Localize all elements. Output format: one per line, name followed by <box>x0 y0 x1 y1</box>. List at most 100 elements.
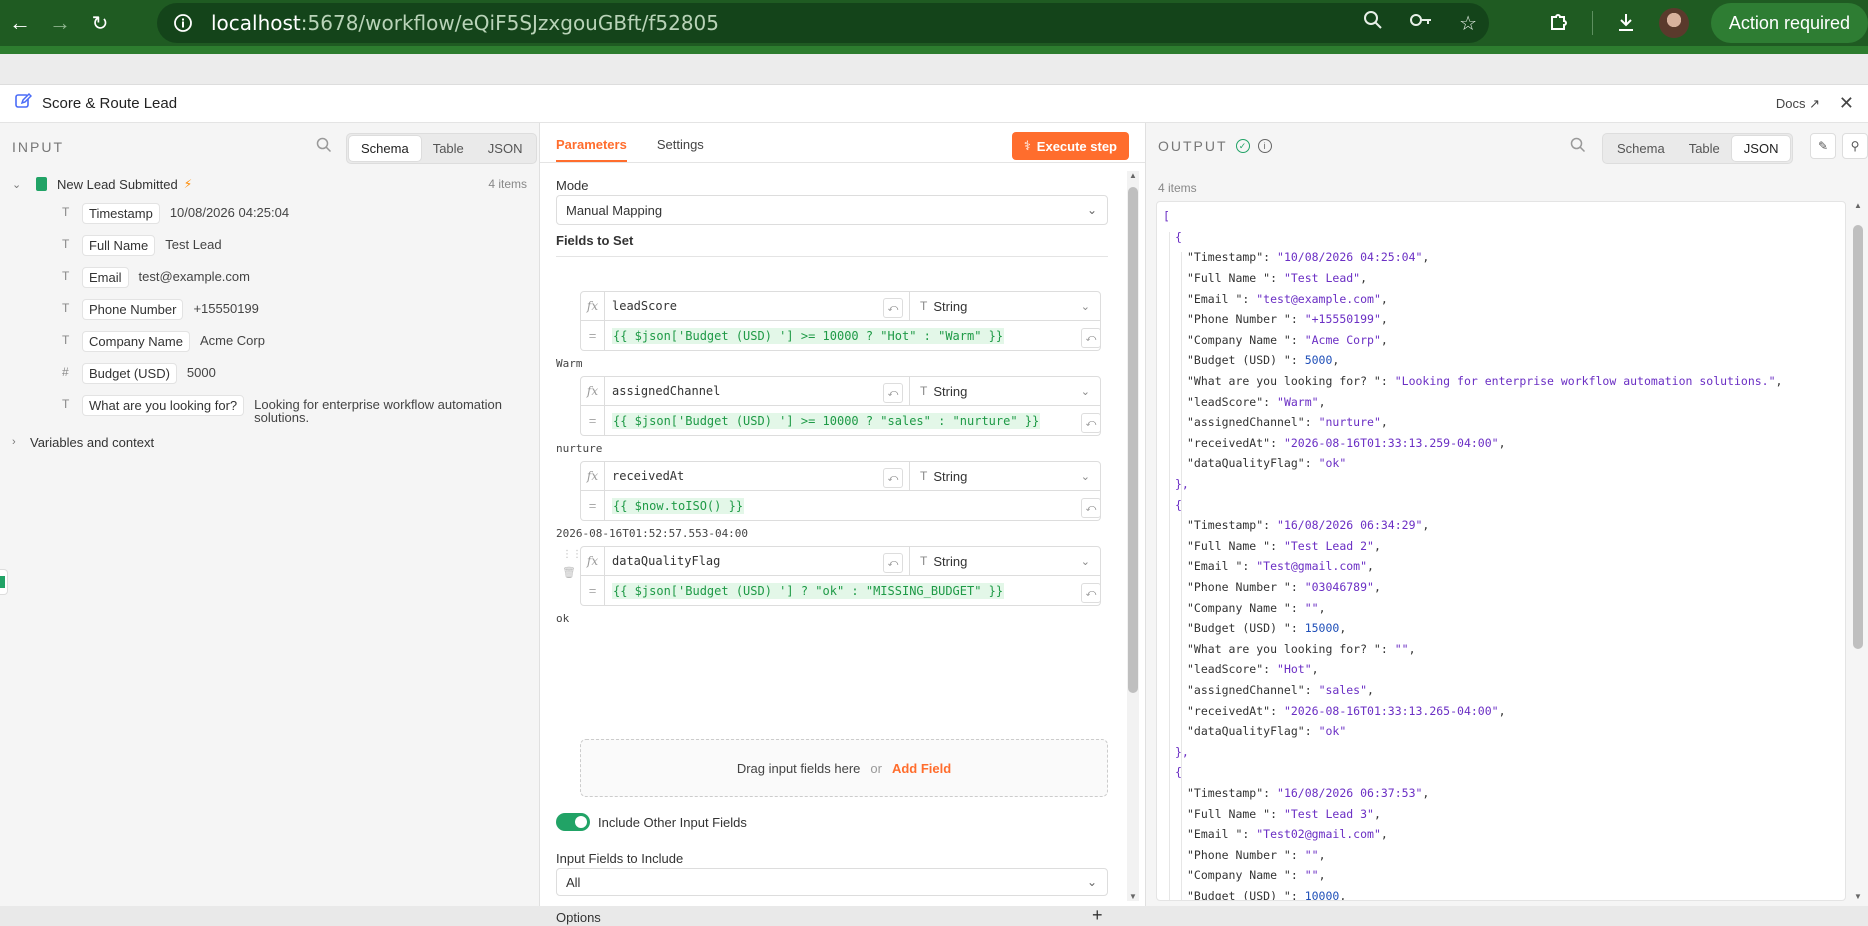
docs-link[interactable]: Docs ↗ <box>1776 96 1820 112</box>
reset-icon[interactable]: ⤺ <box>883 468 903 488</box>
reset-icon[interactable]: ⤺ <box>883 298 903 318</box>
input-field-name[interactable]: Phone Number <box>82 299 184 320</box>
expression-editor[interactable]: {{ $json['Budget (USD) '] >= 10000 ? "sa… <box>605 406 1041 435</box>
expand-expression-icon[interactable]: ⤺ <box>1081 583 1101 603</box>
expand-expression-icon[interactable]: ⤺ <box>1081 328 1101 348</box>
input-field-name[interactable]: Full Name <box>82 235 156 256</box>
reload-icon[interactable]: ↻ <box>80 3 120 43</box>
close-icon[interactable]: ✕ <box>1839 93 1854 114</box>
zoom-icon[interactable] <box>1363 10 1383 36</box>
input-field-row[interactable]: T Phone Number +15550199 <box>0 293 539 325</box>
tab-settings[interactable]: Settings <box>657 137 704 162</box>
add-option-icon[interactable]: + <box>1092 905 1103 926</box>
scroll-up-icon[interactable]: ▲ <box>1852 201 1864 210</box>
params-scrollbar[interactable]: ▲ ▼ <box>1127 171 1139 901</box>
scroll-down-icon[interactable]: ▼ <box>1852 892 1864 901</box>
input-fields-include-select[interactable]: All ⌄ <box>556 868 1108 896</box>
input-field-name[interactable]: Email <box>82 267 129 288</box>
params-scroll-thumb[interactable] <box>1128 187 1138 693</box>
scroll-down-icon[interactable]: ▼ <box>1127 892 1139 901</box>
output-view-table[interactable]: Table <box>1677 136 1732 161</box>
assignment-type-select[interactable]: T String ⌄ <box>910 547 1100 575</box>
reset-icon[interactable]: ⤺ <box>883 553 903 573</box>
expression-text: {{ $json['Budget (USD) '] >= 10000 ? "sa… <box>612 412 1041 429</box>
assignment-name-input[interactable]: leadScore ⤺ <box>605 292 910 320</box>
rename-pencil-icon[interactable] <box>14 92 33 115</box>
edit-output-icon[interactable]: ✎ <box>1810 133 1836 159</box>
search-icon[interactable] <box>316 137 332 157</box>
execute-step-label: Execute step <box>1036 138 1117 154</box>
mode-select[interactable]: Manual Mapping ⌄ <box>556 195 1108 225</box>
input-field-value: +15550199 <box>193 301 259 316</box>
drop-zone[interactable]: Drag input fields here or Add Field <box>580 739 1108 797</box>
json-value: "10/08/2026 04:25:04" <box>1277 250 1423 265</box>
input-field-row[interactable]: T Full Name Test Lead <box>0 229 539 261</box>
chevron-down-icon[interactable]: ⌄ <box>12 178 28 191</box>
json-value: "Test Lead 2" <box>1283 538 1374 553</box>
site-info-icon[interactable] <box>169 9 197 37</box>
profile-avatar[interactable] <box>1658 8 1689 38</box>
expression-editor[interactable]: {{ $json['Budget (USD) '] >= 10000 ? "Ho… <box>605 321 1005 350</box>
expression-editor[interactable]: {{ $json['Budget (USD) '] ? "ok" : "MISS… <box>605 576 1005 605</box>
json-value: 10000 <box>1304 888 1340 901</box>
assignment-value[interactable]: = {{ $now.toISO() }} ⤺ <box>580 491 1101 521</box>
browser-toolbar: ← → ↻ localhost:5678/workflow/eQiF5SJzxg… <box>0 0 1868 46</box>
password-key-icon[interactable] <box>1409 10 1433 36</box>
assignment-value[interactable]: = {{ $json['Budget (USD) '] >= 10000 ? "H… <box>580 321 1101 351</box>
variables-context-toggle[interactable]: › Variables and context <box>0 428 539 456</box>
output-scroll-thumb[interactable] <box>1853 225 1863 649</box>
assignment-name-input[interactable]: dataQualityFlag ⤺ <box>605 547 910 575</box>
assignment-name-input[interactable]: assignedChannel ⤺ <box>605 377 910 405</box>
expand-expression-icon[interactable]: ⤺ <box>1081 413 1101 433</box>
execute-step-button[interactable]: ⚕ Execute step <box>1011 132 1129 160</box>
json-line: { <box>1157 227 1845 248</box>
assignment-name-input[interactable]: receivedAt ⤺ <box>605 462 910 490</box>
input-field-row[interactable]: # Budget (USD) 5000 <box>0 357 539 389</box>
expression-editor[interactable]: {{ $now.toISO() }} <box>605 491 745 520</box>
download-icon[interactable] <box>1615 11 1637 36</box>
output-scrollbar[interactable]: ▲ ▼ <box>1852 201 1864 901</box>
pin-data-icon[interactable]: ⚲ <box>1842 133 1868 159</box>
input-field-name[interactable]: Company Name <box>82 331 190 352</box>
input-field-name[interactable]: Timestamp <box>82 203 160 224</box>
assignment-value[interactable]: = {{ $json['Budget (USD) '] ? "ok" : "MIS… <box>580 576 1101 606</box>
input-node-header[interactable]: ⌄ New Lead Submitted ⚡ 4 items <box>0 171 539 197</box>
add-field-button[interactable]: Add Field <box>892 761 951 776</box>
chevron-right-icon[interactable]: › <box>12 436 30 448</box>
drag-handle-icon[interactable]: ⋮⋮ <box>562 548 582 562</box>
assignment-type-select[interactable]: T String ⌄ <box>910 462 1100 490</box>
input-field-name[interactable]: Budget (USD) <box>82 363 177 384</box>
input-field-name[interactable]: What are you looking for? <box>82 395 245 416</box>
input-field-row[interactable]: T Timestamp 10/08/2026 04:25:04 <box>0 197 539 229</box>
input-field-row[interactable]: T Email test@example.com <box>0 261 539 293</box>
scroll-up-icon[interactable]: ▲ <box>1127 171 1139 180</box>
output-view-json[interactable]: JSON <box>1731 136 1791 161</box>
trash-icon[interactable]: 🗑 <box>562 566 576 579</box>
input-view-json[interactable]: JSON <box>476 136 535 161</box>
indent-guide <box>1169 232 1170 900</box>
assignment-type-select[interactable]: T String ⌄ <box>910 377 1100 405</box>
info-icon[interactable]: i <box>1257 139 1272 153</box>
expand-expression-icon[interactable]: ⤺ <box>1081 498 1101 518</box>
forward-arrow-icon[interactable]: → <box>40 3 80 43</box>
output-view-schema[interactable]: Schema <box>1605 136 1677 161</box>
address-bar[interactable]: localhost:5678/workflow/eQiF5SJzxgouGBft… <box>157 3 1489 43</box>
input-view-table[interactable]: Table <box>421 136 476 161</box>
extensions-icon[interactable] <box>1548 11 1570 36</box>
json-key: "Budget (USD) ": <box>1187 353 1305 368</box>
back-arrow-icon[interactable]: ← <box>0 3 40 43</box>
input-view-schema[interactable]: Schema <box>349 136 421 161</box>
tab-parameters[interactable]: Parameters <box>556 137 627 162</box>
input-field-row[interactable]: T Company Name Acme Corp <box>0 325 539 357</box>
search-icon[interactable] <box>1570 137 1586 157</box>
action-required-button[interactable]: Action required <box>1710 3 1868 43</box>
node-title[interactable]: Score & Route Lead <box>42 95 177 112</box>
include-other-toggle[interactable] <box>556 813 590 831</box>
bookmark-star-icon[interactable]: ☆ <box>1459 11 1477 36</box>
input-field-row[interactable]: T What are you looking for? Looking for en… <box>0 389 539 424</box>
assignment-value[interactable]: = {{ $json['Budget (USD) '] >= 10000 ? "s… <box>580 406 1101 436</box>
reset-icon[interactable]: ⤺ <box>883 383 903 403</box>
json-value: "" <box>1304 600 1319 615</box>
assignment-type-select[interactable]: T String ⌄ <box>910 292 1100 320</box>
node-side-tab[interactable] <box>0 569 8 595</box>
